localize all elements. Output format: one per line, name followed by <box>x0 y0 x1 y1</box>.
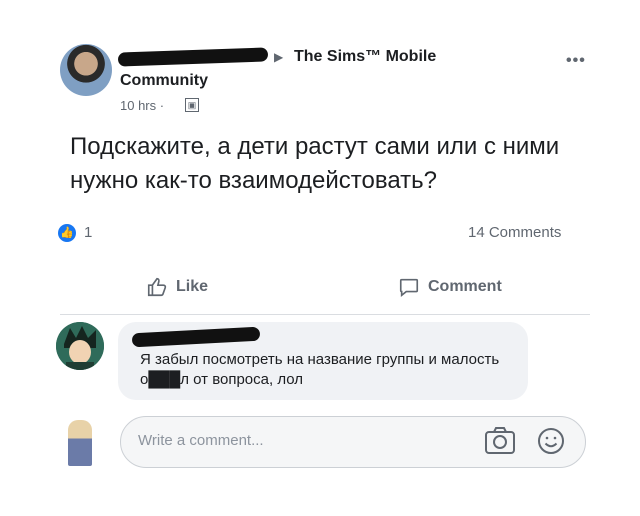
comment-text: Я забыл посмотреть на название группы и … <box>140 351 500 388</box>
camera-icon[interactable] <box>484 426 516 456</box>
group-name-link[interactable]: The Sims™ Mobile <box>294 48 436 66</box>
community-label: Community <box>120 72 208 89</box>
thumbs-up-icon <box>147 277 167 297</box>
post-text: Подскажите, а дети растут сами или с ним… <box>70 133 560 194</box>
comment-button[interactable]: Comment <box>398 274 502 300</box>
like-reaction-icon[interactable]: 👍 <box>58 224 76 242</box>
post-timestamp[interactable]: 10 hrs · <box>120 98 164 113</box>
arrow-right-icon: ▶ <box>274 50 284 64</box>
audience-icon: ▣ <box>185 98 199 112</box>
comments-count[interactable]: 14 Comments <box>468 224 561 241</box>
like-count[interactable]: 1 <box>84 224 92 241</box>
like-label: Like <box>176 278 209 295</box>
redacted-author-name <box>117 47 269 67</box>
emoji-icon[interactable] <box>536 426 566 456</box>
more-options-icon[interactable]: ••• <box>566 52 586 70</box>
author-avatar[interactable] <box>60 44 112 96</box>
divider <box>60 314 590 315</box>
commenter-avatar[interactable] <box>56 322 104 370</box>
like-button[interactable]: Like <box>146 274 208 300</box>
current-user-avatar <box>68 420 92 466</box>
write-comment-input[interactable]: Write a comment... <box>138 432 264 449</box>
comment-label: Comment <box>428 278 502 295</box>
speech-bubble-icon <box>399 278 419 297</box>
